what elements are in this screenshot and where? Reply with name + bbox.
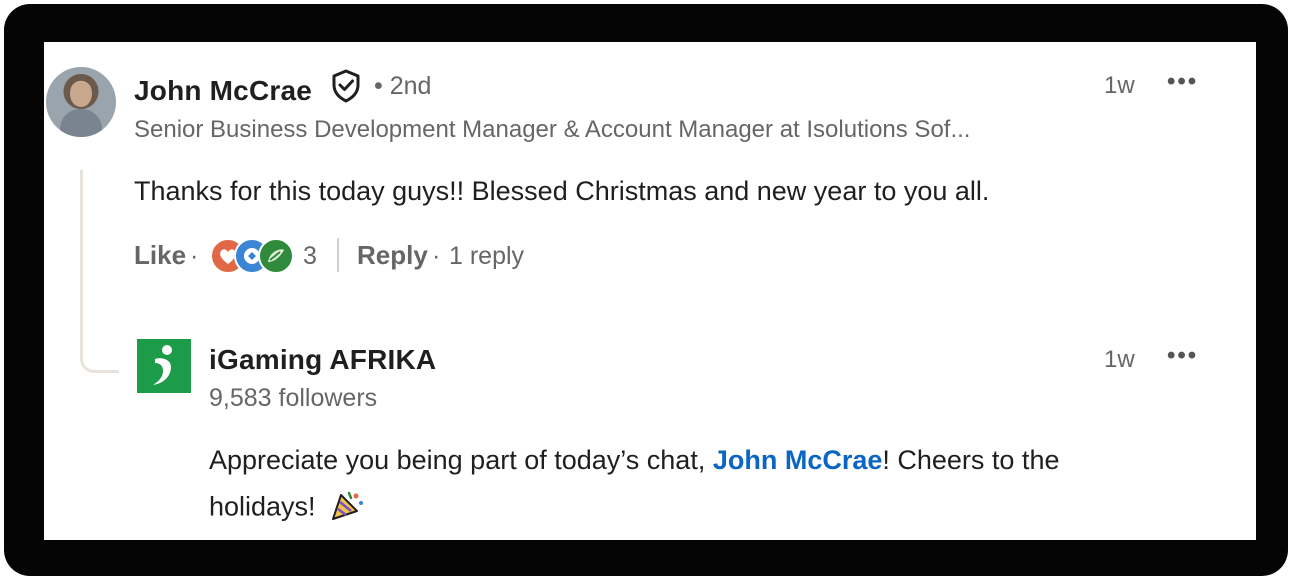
avatar-body-shape — [60, 109, 102, 137]
comments-card: John McCrae • 2nd 1w ••• Senior Business… — [44, 42, 1256, 540]
action-separator: · — [432, 242, 441, 270]
reply-text-part1: Appreciate you being part of today’s cha… — [209, 445, 713, 475]
party-popper-icon — [329, 489, 365, 528]
mention-link[interactable]: John McCrae — [713, 445, 883, 475]
john-mccrae-avatar[interactable] — [46, 67, 116, 137]
reply-more-options-button[interactable]: ••• — [1167, 342, 1198, 370]
insightful-reaction-icon — [258, 238, 294, 274]
reply-author-name[interactable]: iGaming AFRIKA — [209, 344, 436, 376]
thread-connector-line — [80, 170, 119, 373]
connection-degree: • 2nd — [374, 72, 432, 100]
reply-button[interactable]: Reply — [357, 240, 428, 271]
comment-author-headline: Senior Business Development Manager & Ac… — [134, 116, 971, 143]
actions-divider — [337, 238, 339, 272]
comment-text: Thanks for this today guys!! Blessed Chr… — [134, 176, 990, 206]
reply-text-line1: Appreciate you being part of today’s cha… — [209, 445, 1059, 476]
action-separator: · — [190, 242, 199, 270]
comment-author-name[interactable]: John McCrae — [134, 75, 312, 107]
igaming-afrika-logo[interactable] — [137, 339, 191, 393]
comment-more-options-button[interactable]: ••• — [1167, 68, 1198, 96]
reply-follower-count: 9,583 followers — [209, 384, 378, 412]
avatar-head-shape — [70, 81, 92, 107]
reply-text-part2: ! Cheers to the — [882, 445, 1060, 475]
reply-timestamp: 1w — [1104, 346, 1135, 373]
shield-check-icon — [330, 69, 362, 108]
screenshot-frame: John McCrae • 2nd 1w ••• Senior Business… — [4, 4, 1288, 576]
replies-count-link[interactable]: 1 reply — [449, 242, 524, 271]
comment-timestamp: 1w — [1104, 72, 1135, 99]
reply-text-line2: holidays! — [209, 489, 365, 528]
reactions-summary[interactable] — [210, 238, 294, 274]
reaction-count[interactable]: 3 — [303, 242, 317, 271]
reply-text-line2-text: holidays! — [209, 491, 316, 522]
like-button[interactable]: Like — [134, 240, 186, 271]
